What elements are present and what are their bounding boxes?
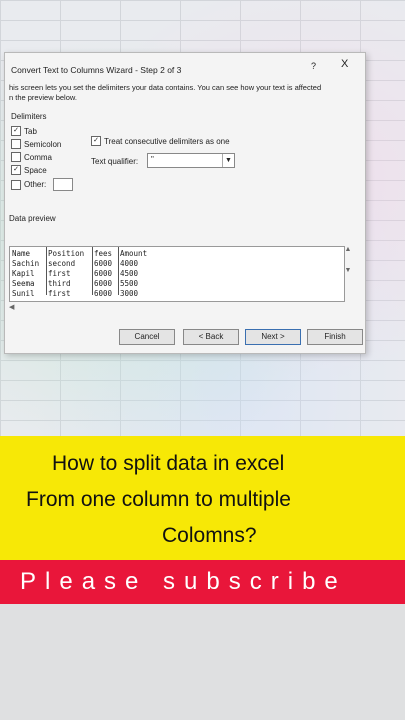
preview-header-cell: Position (48, 249, 85, 258)
caption-line-2: From one column to multiple (26, 488, 291, 511)
dialog-title: Convert Text to Columns Wizard - Step 2 … (11, 65, 182, 75)
back-button[interactable]: < Back (183, 329, 239, 345)
other-checkbox[interactable] (11, 179, 21, 190)
treat-consecutive-option[interactable]: ✓ Treat consecutive delimiters as one (91, 136, 230, 146)
preview-cell: 4000 (120, 259, 139, 268)
preview-cell: 5500 (120, 279, 139, 288)
screen-photo: Convert Text to Columns Wizard - Step 2 … (0, 0, 405, 436)
data-preview-label: Data preview (9, 214, 56, 223)
space-checkbox[interactable]: ✓ (11, 165, 21, 175)
caption-banner: How to split data in excel From one colu… (0, 436, 405, 560)
preview-header-cell: Name (12, 249, 31, 258)
subscribe-text: Please subscribe (20, 568, 347, 595)
comma-checkbox[interactable] (11, 152, 21, 162)
preview-cell: third (48, 279, 71, 288)
preview-cell: Sachin (12, 259, 40, 268)
semicolon-label: Semicolon (24, 139, 62, 149)
chevron-down-icon[interactable]: ▼ (222, 154, 234, 167)
cancel-button[interactable]: Cancel (119, 329, 175, 345)
column-separator[interactable] (92, 247, 93, 295)
close-icon[interactable]: X (341, 58, 348, 70)
preview-cell: Seema (12, 279, 35, 288)
treat-consecutive-checkbox[interactable]: ✓ (91, 136, 101, 146)
preview-header-cell: fees (94, 249, 113, 258)
bottom-area (0, 604, 405, 720)
dialog-description: his screen lets you set the delimiters y… (9, 83, 322, 102)
other-label: Other: (24, 180, 47, 189)
subscribe-banner: Please subscribe (0, 560, 405, 604)
preview-cell: 4500 (120, 269, 139, 278)
comma-label: Comma (24, 152, 53, 162)
tab-option[interactable]: ✓ Tab (11, 126, 37, 136)
semicolon-checkbox[interactable] (11, 139, 21, 149)
delimiters-label: Delimiters (11, 112, 47, 121)
next-button[interactable]: Next > (245, 329, 301, 345)
text-qualifier-label: Text qualifier: (91, 157, 139, 166)
other-input[interactable] (53, 178, 74, 191)
finish-button[interactable]: Finish (307, 329, 363, 345)
column-separator[interactable] (46, 247, 47, 295)
caption-line-3: Colomns? (162, 524, 257, 547)
semicolon-option[interactable]: Semicolon (11, 139, 61, 149)
text-qualifier-value: " (151, 155, 154, 164)
space-label: Space (24, 165, 47, 175)
data-preview-table: Name Position fees Amount Sachin second 6000 40… (9, 246, 345, 302)
preview-cell: 6000 (94, 279, 113, 288)
column-separator[interactable] (118, 247, 119, 295)
space-option[interactable]: ✓ Space (11, 165, 47, 175)
preview-cell: first (48, 269, 71, 278)
preview-cell: 6000 (94, 259, 113, 268)
help-icon[interactable]: ? (311, 61, 316, 71)
preview-cell: Sunil (12, 289, 35, 298)
text-to-columns-dialog: Convert Text to Columns Wizard - Step 2 … (4, 52, 366, 354)
comma-option[interactable]: Comma (11, 152, 52, 162)
preview-cell: 3000 (120, 289, 139, 298)
treat-consecutive-label: Treat consecutive delimiters as one (104, 136, 230, 146)
preview-cell: second (48, 259, 76, 268)
preview-cell: 6000 (94, 269, 113, 278)
tab-label: Tab (24, 126, 37, 136)
caption-line-1: How to split data in excel (52, 452, 285, 475)
preview-cell: Kapil (12, 269, 35, 278)
other-option[interactable]: Other: (11, 178, 74, 191)
text-qualifier-select[interactable]: " ▼ (147, 153, 235, 168)
preview-vertical-scrollbar[interactable]: ▲ ▼ (344, 246, 352, 300)
tab-checkbox[interactable]: ✓ (11, 126, 21, 136)
preview-horizontal-scrollbar[interactable]: ◀ (9, 303, 14, 311)
preview-cell: first (48, 289, 71, 298)
preview-cell: 6000 (94, 289, 113, 298)
preview-header-cell: Amount (120, 249, 148, 258)
